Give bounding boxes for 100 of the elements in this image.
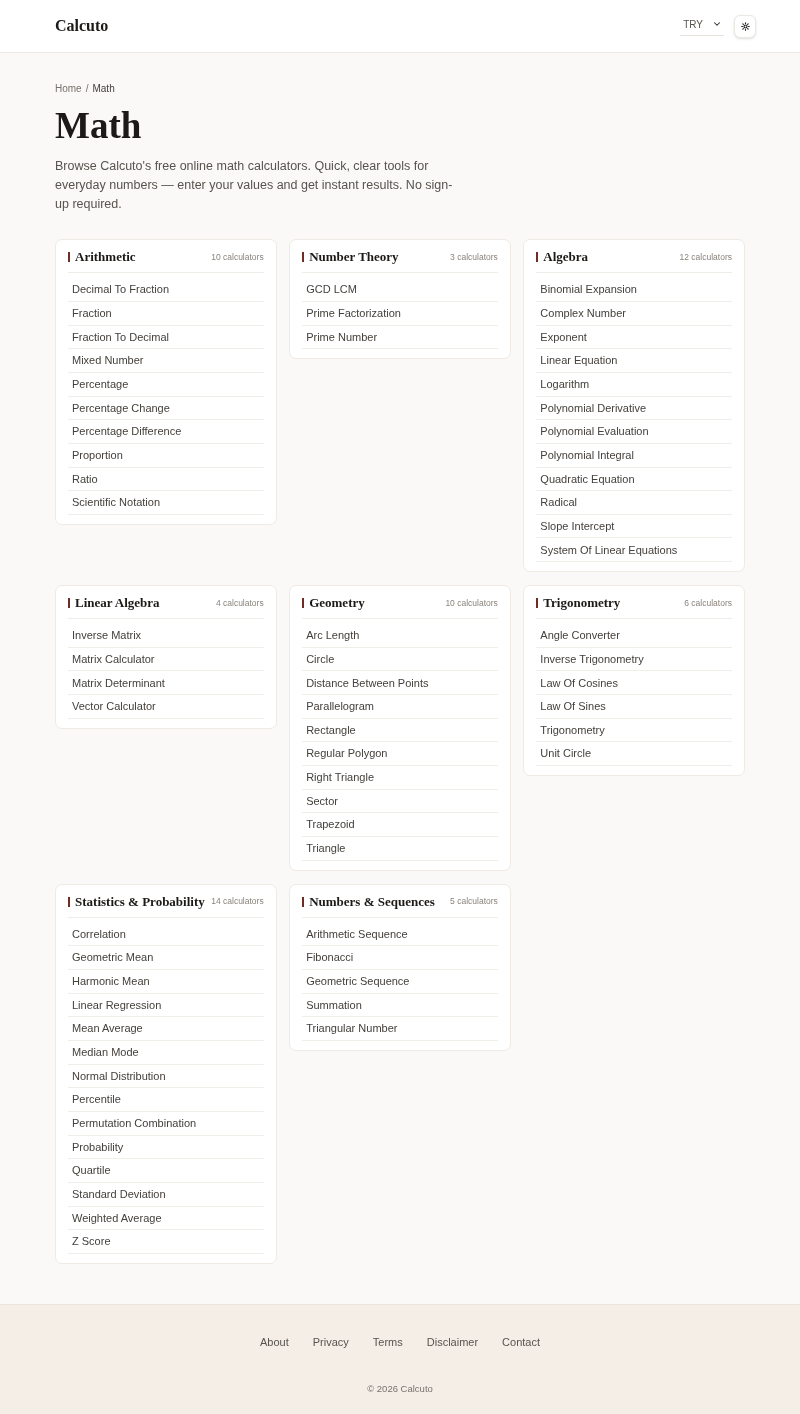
calculator-link[interactable]: Median Mode [72, 1044, 139, 1061]
calculator-link[interactable]: Parallelogram [306, 698, 375, 715]
calculator-link[interactable]: Probability [72, 1138, 124, 1156]
calculator-link[interactable]: Mixed Number [72, 352, 144, 369]
footer-link[interactable]: About [260, 1333, 289, 1350]
calculator-link[interactable]: Summation [306, 996, 362, 1014]
calculator-link[interactable]: Polynomial Integral [540, 446, 634, 464]
accent-bar-icon [536, 598, 539, 609]
calculator-link[interactable]: Inverse Matrix [72, 627, 142, 644]
calculator-link[interactable]: Proportion [72, 446, 123, 464]
accent-bar-icon [536, 252, 539, 263]
calculator-link[interactable]: Weighted Average [72, 1209, 162, 1227]
calculator-link[interactable]: Right Triangle [306, 769, 375, 786]
accent-bar-icon [68, 896, 70, 907]
category-title: Linear Algebra [75, 595, 160, 612]
calculator-link[interactable]: Exponent [540, 328, 587, 346]
calculator-link[interactable]: Matrix Calculator [72, 650, 155, 668]
calculator-count: 10 calculators [445, 596, 498, 610]
calculator-link[interactable]: Correlation [72, 925, 126, 943]
calculator-link[interactable]: Binomial Expansion [540, 281, 637, 298]
calculator-link[interactable]: Rectangle [306, 721, 356, 739]
calculator-link[interactable]: Complex Number [540, 305, 626, 322]
calculator-link[interactable]: Geometric Sequence [306, 973, 410, 990]
calculator-link[interactable]: Z Score [72, 1233, 111, 1250]
theme-toggle-button[interactable] [734, 14, 756, 38]
calculator-link[interactable]: Circle [306, 650, 335, 668]
calculator-count: 3 calculators [450, 250, 498, 264]
calculator-link[interactable]: Polynomial Evaluation [540, 423, 649, 440]
page-description: Browse Calcuto's free online math calculators. Quick, clear tools for everyday numbers — enter your values and get instant results. No sign-up required. [55, 158, 454, 213]
calculator-link[interactable]: Triangular Number [306, 1020, 398, 1037]
footer-link[interactable]: Disclaimer [426, 1333, 479, 1350]
calculator-link[interactable]: Percentile [72, 1091, 121, 1108]
calculator-count: 14 calculators [211, 895, 264, 909]
calculator-link[interactable]: Radical [540, 494, 577, 511]
calculator-link[interactable]: Permutation Combination [72, 1115, 197, 1132]
calculator-count: 6 calculators [684, 596, 732, 610]
calculator-count: 12 calculators [679, 250, 732, 264]
calculator-link[interactable]: Geometric Mean [72, 949, 154, 966]
calculator-link[interactable]: Decimal To Fraction [72, 281, 169, 298]
category-title: Algebra [543, 249, 589, 266]
calculator-link[interactable]: Regular Polygon [306, 745, 388, 762]
calculator-link[interactable]: Triangle [306, 840, 346, 857]
calculator-link[interactable]: Slope Intercept [540, 517, 615, 535]
calculator-link[interactable]: Quadratic Equation [540, 470, 635, 488]
calculator-link[interactable]: Linear Regression [72, 996, 162, 1014]
calculator-link[interactable]: Arithmetic Sequence [306, 925, 408, 943]
footer-link[interactable]: Contact [502, 1333, 540, 1350]
calculator-link[interactable]: Matrix Determinant [72, 674, 165, 691]
calculator-link[interactable]: Logarithm [540, 375, 590, 393]
calculator-count: 5 calculators [450, 895, 498, 909]
category-title: Numbers & Sequences [309, 893, 435, 910]
calculator-link[interactable]: Polynomial Derivative [540, 399, 647, 417]
category-title: Geometry [309, 595, 365, 612]
copyright-text: © 2026 Calcuto [367, 1381, 433, 1396]
footer-link[interactable]: Terms [372, 1333, 403, 1350]
calculator-link[interactable]: GCD LCM [306, 281, 357, 298]
calculator-link[interactable]: System Of Linear Equations [540, 541, 678, 559]
calculator-link[interactable]: Prime Number [306, 328, 378, 346]
calculator-link[interactable]: Percentage Difference [72, 423, 182, 440]
accent-bar-icon [302, 598, 305, 609]
calculator-link[interactable]: Trapezoid [306, 816, 355, 833]
calculator-link[interactable]: Sector [306, 792, 338, 810]
calculator-link[interactable]: Percentage Change [72, 399, 170, 417]
calculator-link[interactable]: Vector Calculator [72, 698, 156, 715]
accent-bar-icon [302, 896, 305, 907]
chevron-down-icon [712, 19, 722, 29]
calculator-link[interactable]: Angle Converter [540, 627, 620, 644]
calculator-link[interactable]: Arc Length [306, 627, 360, 644]
accent-bar-icon [68, 252, 70, 263]
page-title: Math [55, 104, 143, 148]
sun-icon [740, 21, 750, 31]
calculator-link[interactable]: Prime Factorization [306, 305, 401, 322]
calculator-link[interactable]: Fraction To Decimal [72, 328, 169, 346]
breadcrumb-link[interactable]: Home [55, 82, 82, 95]
calculator-link[interactable]: Distance Between Points [306, 674, 429, 691]
calculator-link[interactable]: Law Of Sines [540, 698, 606, 715]
calculator-count: 4 calculators [215, 596, 264, 610]
calculator-count: 10 calculators [211, 250, 264, 264]
calculator-link[interactable]: Standard Deviation [72, 1186, 166, 1203]
calculator-link[interactable]: Quartile [72, 1162, 111, 1179]
breadcrumb-separator: / [85, 82, 89, 95]
footer-link[interactable]: Privacy [312, 1333, 349, 1350]
calculator-link[interactable]: Normal Distribution [72, 1067, 166, 1085]
calculator-link[interactable]: Law Of Cosines [540, 674, 618, 691]
calculator-link[interactable]: Percentage [72, 375, 129, 393]
calculator-link[interactable]: Unit Circle [540, 745, 592, 762]
category-title: Statistics & Probability [75, 893, 205, 910]
calculator-link[interactable]: Fraction [72, 305, 112, 322]
currency-select[interactable]: TRY [680, 16, 724, 36]
calculator-link[interactable]: Linear Equation [540, 352, 618, 369]
calculator-link[interactable]: Ratio [72, 470, 98, 488]
accent-bar-icon [302, 252, 305, 263]
calculator-link[interactable]: Harmonic Mean [72, 973, 150, 990]
site-logo[interactable]: Calcuto [55, 14, 109, 38]
calculator-link[interactable]: Inverse Trigonometry [540, 650, 644, 668]
category-title: Number Theory [309, 249, 399, 266]
calculator-link[interactable]: Scientific Notation [72, 494, 161, 511]
calculator-link[interactable]: Trigonometry [540, 721, 605, 739]
calculator-link[interactable]: Fibonacci [306, 949, 354, 966]
calculator-link[interactable]: Mean Average [72, 1020, 143, 1037]
